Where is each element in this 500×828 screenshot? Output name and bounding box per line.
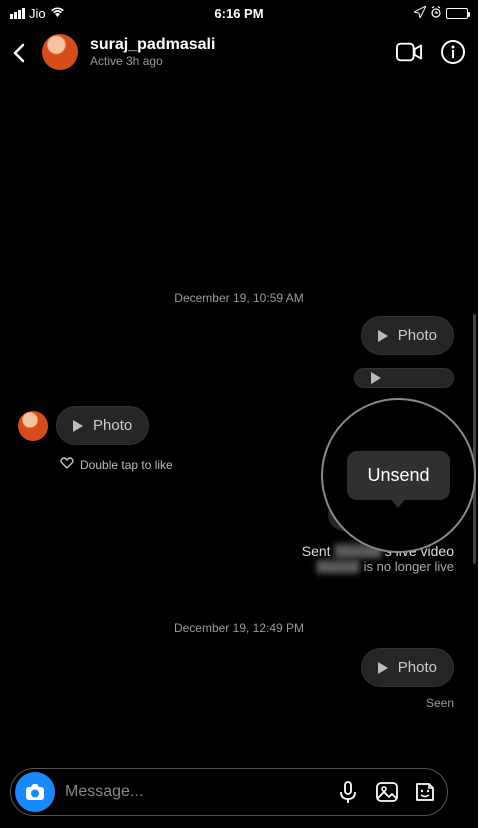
device-frame: Jio 6:16 PM suraj_padmasali Active 3h ag… [0, 0, 478, 828]
sender-avatar[interactable] [18, 411, 48, 441]
carrier-label: Jio [29, 6, 46, 21]
sent-photo-bubble[interactable]: Photo [361, 316, 454, 355]
double-tap-label: Double tap to like [80, 458, 173, 472]
photo-label: Photo [93, 417, 132, 434]
battery-icon [446, 8, 468, 19]
heart-icon [60, 456, 74, 473]
wifi-icon [50, 6, 65, 21]
alarm-icon [430, 6, 442, 21]
no-longer-live: is no longer live [360, 559, 454, 574]
timestamp: December 19, 10:59 AM [0, 291, 478, 305]
location-icon [414, 6, 426, 21]
camera-button[interactable] [15, 772, 55, 812]
blurred-name: blurred [316, 559, 360, 574]
play-icon [378, 662, 388, 674]
chat-header: suraj_padmasali Active 3h ago [0, 26, 478, 78]
sent-photo-bubble[interactable] [354, 368, 454, 388]
page-gutter [478, 0, 500, 828]
photo-label: Photo [398, 659, 437, 676]
avatar[interactable] [42, 34, 78, 70]
chat-username: suraj_padmasali [90, 36, 384, 54]
header-title-block[interactable]: suraj_padmasali Active 3h ago [90, 36, 384, 68]
photo-label: Photo [398, 327, 437, 344]
message-input[interactable]: Message... [65, 783, 327, 801]
message-composer: Message... [10, 768, 448, 816]
double-tap-hint: Double tap to like [60, 456, 173, 473]
message-thread[interactable]: December 19, 10:59 AM Photo Photo Double… [0, 78, 478, 758]
sticker-icon[interactable] [413, 780, 437, 804]
info-button[interactable] [440, 39, 466, 65]
play-icon [371, 372, 381, 384]
sent-photo-bubble[interactable]: Photo [361, 648, 454, 687]
scrollbar[interactable] [473, 314, 476, 564]
clock: 6:16 PM [214, 6, 263, 21]
unsend-popover[interactable]: Unsend [347, 451, 449, 500]
magnifier-overlay: Unsend [321, 398, 476, 553]
cellular-signal-icon [10, 8, 25, 19]
received-photo-bubble[interactable]: Photo [56, 406, 149, 445]
unsend-label: Unsend [367, 465, 429, 485]
received-row: Photo [18, 406, 149, 445]
seen-indicator: Seen [426, 696, 454, 710]
back-button[interactable] [12, 43, 30, 61]
gallery-icon[interactable] [375, 780, 399, 804]
status-bar: Jio 6:16 PM [0, 0, 478, 26]
video-call-button[interactable] [396, 39, 422, 65]
sent-prefix: Sent [302, 543, 335, 559]
play-icon [73, 420, 83, 432]
activity-status: Active 3h ago [90, 54, 384, 68]
play-icon [378, 330, 388, 342]
microphone-icon[interactable] [337, 780, 361, 804]
timestamp: December 19, 12:49 PM [0, 621, 478, 635]
